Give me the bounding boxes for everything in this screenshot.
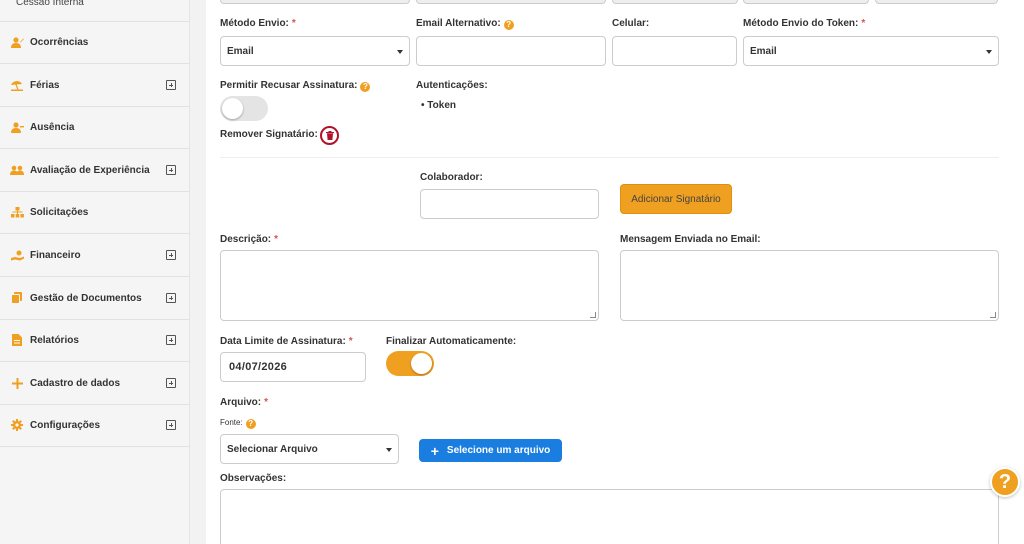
expand-icon[interactable] [166, 378, 176, 388]
arquivo-label: Arquivo: * [220, 397, 269, 408]
descricao-textarea[interactable] [220, 250, 599, 321]
file-icon [10, 334, 24, 346]
expand-icon[interactable] [166, 80, 176, 90]
sidebar-item-gestao-documentos[interactable]: Gestão de Documentos [0, 277, 190, 320]
email-alternativo-input[interactable] [416, 36, 606, 66]
sidebar-item-label: Avaliação de Experiência [30, 164, 150, 176]
colaborador-input[interactable] [420, 189, 599, 219]
field-top-3[interactable] [612, 0, 738, 4]
sidebar-item-avaliacao-experiencia[interactable]: Avaliação de Experiência [0, 149, 190, 192]
help-icon[interactable]: ? [360, 82, 371, 92]
selecione-arquivo-button[interactable]: + Selecione um arquivo [419, 439, 562, 462]
sidebar-item-label: Relatórios [30, 334, 79, 346]
chevron-down-icon [386, 448, 392, 452]
help-icon[interactable]: ? [503, 20, 514, 30]
adicionar-signatario-button[interactable]: Adicionar Signatário [620, 184, 732, 214]
mensagem-email-label: Mensagem Enviada no Email: [620, 234, 761, 245]
chevron-down-icon [397, 50, 403, 54]
resize-handle-icon[interactable] [590, 312, 596, 318]
plus-icon [10, 377, 24, 389]
observacoes-label: Observações: [220, 473, 287, 484]
sidebar: Cessão Interna Ocorrências Férias Ausênc… [0, 0, 190, 544]
toggle-knob [411, 353, 432, 374]
documents-icon [10, 292, 24, 304]
help-icon[interactable]: ? [245, 419, 256, 429]
sidebar-item-label: Financeiro [30, 249, 81, 261]
data-limite-label: Data Limite de Assinatura: * [220, 336, 353, 347]
sidebar-item-ferias[interactable]: Férias [0, 64, 190, 107]
sidebar-item-cessao-interna[interactable]: Cessão Interna [0, 0, 190, 22]
expand-icon[interactable] [166, 335, 176, 345]
sidebar-item-cadastro-dados[interactable]: Cadastro de dados [0, 362, 190, 405]
metodo-envio-label: Método Envio: * [220, 18, 296, 29]
expand-icon[interactable] [166, 293, 176, 303]
permitir-recusar-toggle[interactable] [220, 96, 268, 121]
help-button[interactable]: ? [990, 467, 1020, 497]
sidebar-item-configuracoes[interactable]: Configurações [0, 404, 190, 447]
sidebar-item-financeiro[interactable]: Financeiro [0, 234, 190, 277]
finalizar-auto-toggle[interactable] [386, 351, 434, 376]
sidebar-item-relatorios[interactable]: Relatórios [0, 319, 190, 362]
metodo-token-label: Método Envio do Token: * [743, 18, 866, 29]
user-pen-icon [10, 36, 24, 48]
trash-icon[interactable] [320, 126, 339, 145]
beach-umbrella-icon [10, 79, 24, 91]
data-limite-value: 04/07/2026 [229, 361, 288, 373]
sidebar-item-label: Ausência [30, 121, 75, 133]
sidebar-item-solicitacoes[interactable]: Solicitações [0, 191, 190, 234]
resize-handle-icon[interactable] [990, 312, 996, 318]
user-minus-icon [10, 121, 24, 133]
metodo-token-value: Email [750, 45, 777, 57]
fonte-value: Selecionar Arquivo [227, 443, 318, 455]
divider [220, 157, 999, 158]
field-top-1[interactable] [220, 0, 410, 4]
data-limite-input[interactable]: 04/07/2026 [220, 352, 366, 382]
celular-label: Celular: [612, 18, 650, 29]
users-icon [10, 164, 24, 176]
field-top-4[interactable] [743, 0, 869, 4]
plus-icon: + [430, 442, 439, 459]
autenticacao-item: • Token [421, 100, 456, 111]
metodo-token-select[interactable]: Email [743, 36, 999, 66]
autenticacoes-label: Autenticações: [416, 80, 488, 91]
sidebar-item-label: Ocorrências [30, 36, 89, 48]
form-panel: Método Envio: * Email Email Alternativo:?… [206, 0, 1024, 544]
sidebar-item-label: Configurações [30, 419, 101, 431]
sidebar-item-ocorrencias[interactable]: Ocorrências [0, 21, 190, 64]
expand-icon[interactable] [166, 165, 176, 175]
email-alternativo-label: Email Alternativo:? [416, 18, 514, 30]
sidebar-item-label: Solicitações [30, 206, 89, 218]
sidebar-item-label: Cessão Interna [16, 0, 84, 8]
remover-signatario-label: Remover Signatário: [220, 129, 318, 140]
colaborador-label: Colaborador: [420, 172, 483, 183]
mensagem-email-textarea[interactable] [620, 250, 999, 321]
expand-icon[interactable] [166, 250, 176, 260]
selecione-arquivo-label: Selecione um arquivo [446, 445, 551, 456]
sidebar-item-label: Férias [30, 79, 60, 91]
sidebar-item-label: Cadastro de dados [30, 377, 121, 389]
field-top-5[interactable] [875, 0, 998, 4]
fonte-select[interactable]: Selecionar Arquivo [220, 434, 399, 464]
celular-input[interactable] [612, 36, 737, 66]
fonte-label: Fonte:? [220, 418, 256, 429]
gear-icon [10, 419, 24, 431]
toggle-knob [222, 98, 243, 119]
metodo-envio-select[interactable]: Email [220, 36, 410, 66]
sidebar-item-label: Gestão de Documentos [30, 292, 142, 304]
descricao-label: Descrição: * [220, 234, 279, 245]
expand-icon[interactable] [166, 420, 176, 430]
hand-money-icon [10, 249, 24, 261]
finalizar-auto-label: Finalizar Automaticamente: [386, 336, 517, 347]
observacoes-textarea[interactable] [220, 489, 999, 544]
metodo-envio-value: Email [227, 45, 254, 57]
sidebar-item-ausencia[interactable]: Ausência [0, 106, 190, 149]
permitir-recusar-label: Permitir Recusar Assinatura:? [220, 80, 371, 92]
chevron-down-icon [986, 50, 992, 54]
field-top-2[interactable] [416, 0, 606, 4]
sitemap-icon [10, 206, 24, 218]
